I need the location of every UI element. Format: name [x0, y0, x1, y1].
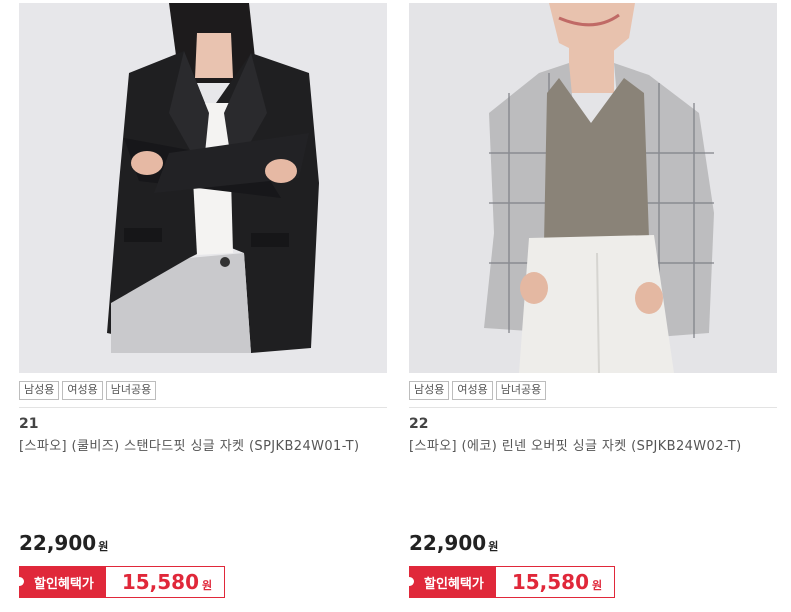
- sale-price-unit: 원: [592, 578, 603, 592]
- price-unit: 원: [98, 540, 109, 553]
- benefit-label: 할인혜택가: [15, 567, 106, 597]
- sale-price-value: 15,580: [511, 570, 589, 594]
- target-tags: 남성용 여성용 남녀공용: [409, 381, 547, 400]
- discount-price-box: 할인혜택가 15,580 원: [405, 566, 616, 598]
- tag-men[interactable]: 남성용: [409, 381, 450, 400]
- tag-unisex[interactable]: 남녀공용: [105, 381, 157, 400]
- tag-women[interactable]: 여성용: [62, 381, 103, 400]
- sale-price: 15,580 원: [105, 567, 225, 597]
- original-price: 22,900 원: [409, 531, 498, 555]
- benefit-label: 할인혜택가: [405, 567, 496, 597]
- product-card[interactable]: 남성용 여성용 남녀공용 22 [스파오] (에코) 린넨 오버핏 싱글 자켓 …: [405, 0, 779, 598]
- price-unit: 원: [488, 540, 499, 553]
- discount-price-box: 할인혜택가 15,580 원: [15, 566, 226, 598]
- divider: [409, 407, 777, 408]
- product-image[interactable]: [409, 3, 777, 373]
- tag-unisex[interactable]: 남녀공용: [495, 381, 547, 400]
- product-name-link[interactable]: [스파오] (쿨비즈) 스탠다드핏 싱글 자켓 (SPJKB24W01-T): [19, 437, 379, 457]
- target-tags: 남성용 여성용 남녀공용: [19, 381, 157, 400]
- price-value: 22,900: [409, 531, 487, 555]
- product-rank: 21: [19, 416, 39, 432]
- sale-price-value: 15,580: [121, 570, 199, 594]
- tag-men[interactable]: 남성용: [19, 381, 60, 400]
- divider: [19, 407, 387, 408]
- sale-price: 15,580 원: [495, 567, 615, 597]
- product-card[interactable]: 남성용 여성용 남녀공용 21 [스파오] (쿨비즈) 스탠다드핏 싱글 자켓 …: [15, 0, 389, 598]
- product-rank: 22: [409, 416, 429, 432]
- price-value: 22,900: [19, 531, 97, 555]
- sale-price-unit: 원: [202, 578, 213, 592]
- product-image[interactable]: [19, 3, 387, 373]
- tag-women[interactable]: 여성용: [452, 381, 493, 400]
- product-name-link[interactable]: [스파오] (에코) 린넨 오버핏 싱글 자켓 (SPJKB24W02-T): [409, 437, 769, 457]
- original-price: 22,900 원: [19, 531, 108, 555]
